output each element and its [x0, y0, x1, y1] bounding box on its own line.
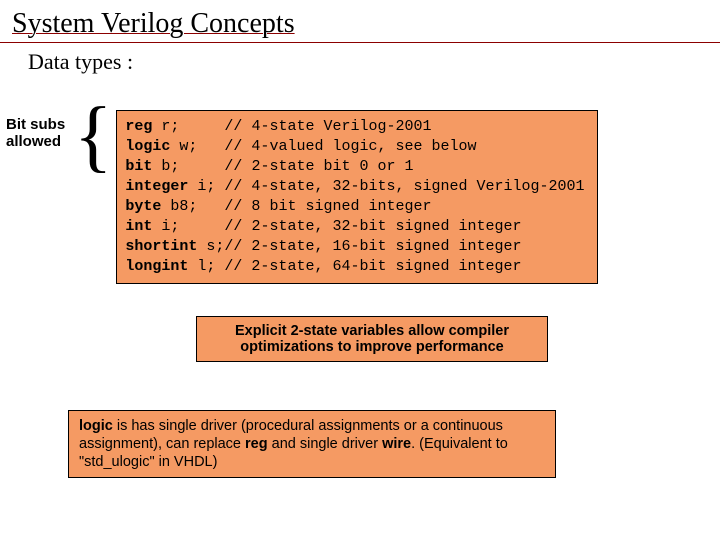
code-line: longint l; // 2-state, 64-bit signed int…: [125, 257, 584, 277]
code-rest: w; // 4-valued logic, see below: [170, 138, 476, 155]
code-rest: b8; // 8 bit signed integer: [161, 198, 431, 215]
code-keyword: integer: [125, 178, 188, 195]
code-block: reg r; // 4-state Verilog-2001logic w; /…: [116, 110, 597, 284]
code-rest: l; // 2-state, 64-bit signed integer: [188, 258, 521, 275]
main-area: Bit subs allowed { reg r; // 4-state Ver…: [6, 110, 598, 284]
code-keyword: longint: [125, 258, 188, 275]
kw-logic: logic: [79, 418, 113, 434]
code-keyword: shortint: [125, 238, 197, 255]
callout2-text2: and single driver: [268, 436, 382, 452]
code-line: integer i; // 4-state, 32-bits, signed V…: [125, 177, 584, 197]
code-keyword: int: [125, 218, 152, 235]
code-line: bit b; // 2-state bit 0 or 1: [125, 157, 584, 177]
code-line: reg r; // 4-state Verilog-2001: [125, 117, 584, 137]
code-rest: b; // 2-state bit 0 or 1: [152, 158, 413, 175]
code-line: shortint s;// 2-state, 16-bit signed int…: [125, 237, 584, 257]
kw-wire: wire: [382, 436, 411, 452]
code-keyword: byte: [125, 198, 161, 215]
callout-compiler-opt: Explicit 2-state variables allow compile…: [196, 316, 548, 362]
code-keyword: bit: [125, 158, 152, 175]
code-keyword: reg: [125, 118, 152, 135]
code-line: int i; // 2-state, 32-bit signed integer: [125, 217, 584, 237]
code-keyword: logic: [125, 138, 170, 155]
code-line: logic w; // 4-valued logic, see below: [125, 137, 584, 157]
kw-reg: reg: [245, 436, 268, 452]
brace-label: Bit subs allowed: [6, 110, 74, 150]
section-subtitle: Data types :: [0, 49, 720, 75]
curly-brace-icon: {: [74, 106, 112, 166]
code-rest: i; // 2-state, 32-bit signed integer: [152, 218, 521, 235]
page-title: System Verilog Concepts: [0, 0, 720, 43]
code-line: byte b8; // 8 bit signed integer: [125, 197, 584, 217]
code-rest: s;// 2-state, 16-bit signed integer: [197, 238, 521, 255]
code-rest: i; // 4-state, 32-bits, signed Verilog-2…: [188, 178, 584, 195]
code-rest: r; // 4-state Verilog-2001: [152, 118, 431, 135]
callout-logic-driver: logic is has single driver (procedural a…: [68, 410, 556, 478]
